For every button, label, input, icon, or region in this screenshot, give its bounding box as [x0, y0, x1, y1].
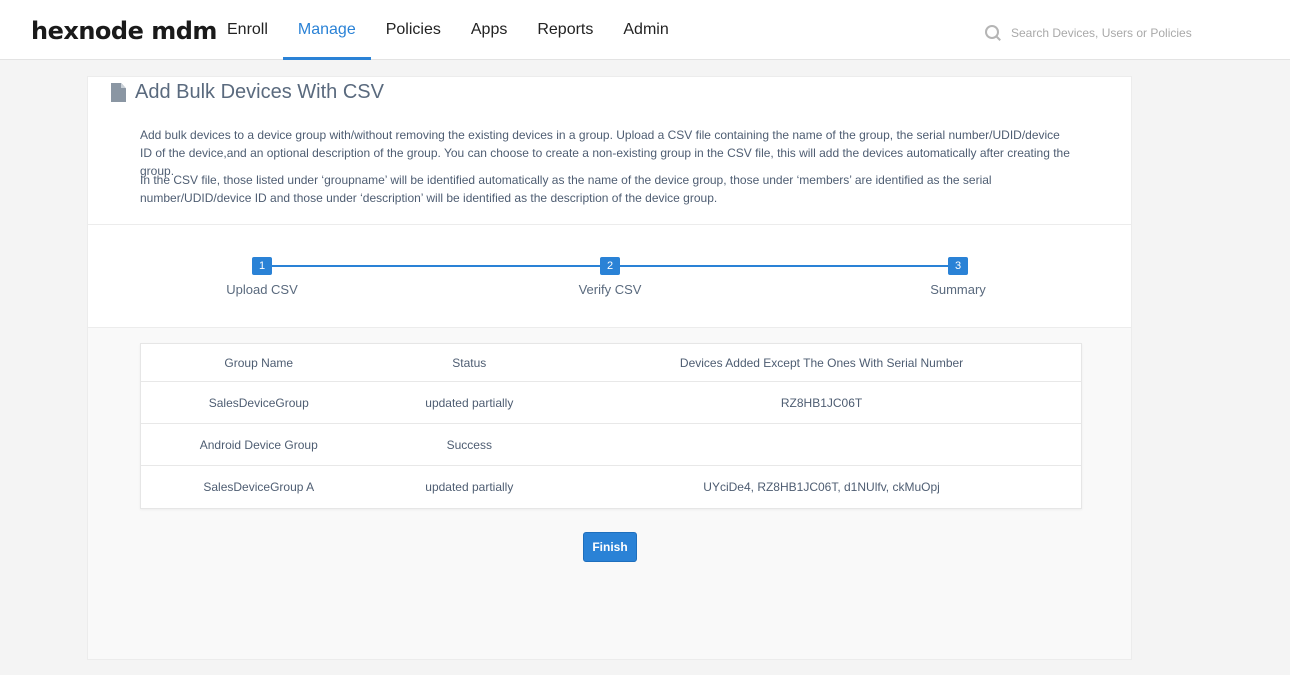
- table-row: SalesDeviceGroup A updated partially UYc…: [141, 466, 1081, 508]
- nav-apps[interactable]: Apps: [456, 0, 522, 60]
- nav-policies[interactable]: Policies: [371, 0, 456, 60]
- search-icon[interactable]: [984, 24, 1002, 42]
- cell-group-name: SalesDeviceGroup A: [203, 480, 315, 494]
- top-navbar: hexnode mdm Enroll Manage Policies Apps …: [0, 0, 1290, 60]
- cell-status: Success: [446, 437, 492, 452]
- cell-status: updated partially: [425, 480, 514, 494]
- bulk-devices-panel: Add Bulk Devices With CSV Add bulk devic…: [87, 76, 1132, 660]
- table-row: SalesDeviceGroup updated partially RZ8HB…: [141, 382, 1081, 424]
- search-input[interactable]: [1011, 26, 1211, 40]
- cell-status: updated partially: [425, 395, 514, 410]
- column-header-status: Status: [452, 355, 487, 370]
- finish-button[interactable]: Finish: [583, 532, 637, 562]
- column-header-group-name: Group Name: [224, 355, 294, 370]
- step-3-label: Summary: [930, 282, 986, 297]
- column-header-devices-added: Devices Added Except The Ones With Seria…: [679, 355, 964, 370]
- table-header-row: Group Name Status Devices Added Except T…: [141, 344, 1081, 382]
- hexnode-logo[interactable]: hexnode mdm: [31, 17, 217, 45]
- step-1-badge: 1: [252, 257, 272, 275]
- cell-devices: RZ8HB1JC06T: [780, 395, 863, 410]
- cell-group-name: SalesDeviceGroup: [208, 395, 309, 410]
- step-3-badge: 3: [948, 257, 968, 275]
- step-1-label: Upload CSV: [226, 282, 298, 297]
- wizard-stepper: 1 Upload CSV 2 Verify CSV 3 Summary: [88, 225, 1131, 328]
- nav-reports[interactable]: Reports: [522, 0, 608, 60]
- description-paragraph-2: In the CSV file, those listed under ‘gro…: [140, 173, 992, 205]
- cell-devices: UYciDe4, RZ8HB1JC06T, d1NUlfv, ckMuOpj: [703, 480, 940, 494]
- step-2-label: Verify CSV: [578, 282, 642, 297]
- step-2-badge: 2: [600, 257, 620, 275]
- document-icon: [111, 83, 126, 102]
- table-row: Android Device Group Success: [141, 424, 1081, 466]
- page-header: Add Bulk Devices With CSV Add bulk devic…: [88, 77, 1131, 225]
- main-nav: Enroll Manage Policies Apps Reports Admi…: [212, 0, 684, 60]
- cell-group-name: Android Device Group: [199, 437, 318, 452]
- summary-table: Group Name Status Devices Added Except T…: [140, 343, 1082, 509]
- nav-enroll[interactable]: Enroll: [212, 0, 283, 60]
- global-search: [984, 22, 1224, 44]
- nav-manage[interactable]: Manage: [282, 0, 371, 60]
- page-title: Add Bulk Devices With CSV: [135, 81, 384, 103]
- nav-admin[interactable]: Admin: [608, 0, 683, 60]
- page-title-wrap: Add Bulk Devices With CSV: [111, 81, 384, 104]
